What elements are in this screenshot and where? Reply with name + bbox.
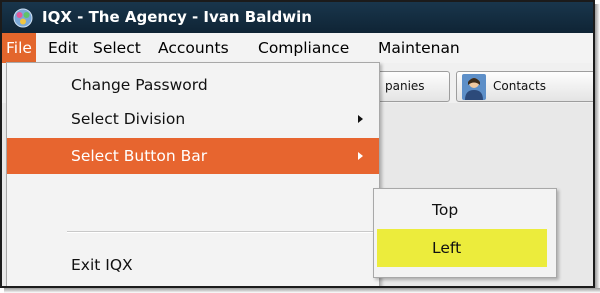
contact-person-icon bbox=[462, 74, 486, 100]
submenu-item-top[interactable]: Top bbox=[374, 191, 556, 229]
menu-item-select-division[interactable]: Select Division bbox=[7, 102, 379, 136]
application-window: IQX - The Agency - Ivan Baldwin File Edi… bbox=[0, 0, 595, 288]
menu-item-change-password[interactable]: Change Password bbox=[7, 68, 379, 102]
file-menu-dropdown: Change Password Select Division Select B… bbox=[6, 62, 380, 286]
window-shadow-right bbox=[595, 4, 600, 293]
menu-item-label: Exit IQX bbox=[71, 256, 133, 274]
menu-compliance[interactable]: Compliance bbox=[258, 33, 349, 63]
menu-item-label: Select Button Bar bbox=[71, 147, 208, 165]
contacts-button[interactable]: Contacts bbox=[456, 71, 593, 102]
menu-item-label: Select Division bbox=[71, 110, 186, 128]
menu-item-select-button-bar[interactable]: Select Button Bar bbox=[7, 138, 379, 174]
menu-file[interactable]: File bbox=[2, 33, 36, 63]
menu-item-exit[interactable]: Exit IQX bbox=[7, 248, 379, 282]
menu-item-label: Change Password bbox=[71, 76, 208, 94]
button-bar-submenu: Top Left bbox=[373, 188, 557, 278]
menu-accounts[interactable]: Accounts bbox=[158, 33, 229, 63]
app-logo-icon bbox=[13, 8, 33, 28]
window-title: IQX - The Agency - Ivan Baldwin bbox=[42, 8, 312, 26]
title-bar: IQX - The Agency - Ivan Baldwin bbox=[2, 2, 593, 33]
menu-edit[interactable]: Edit bbox=[48, 33, 78, 63]
submenu-item-label: Top bbox=[432, 201, 459, 219]
window-shadow-bottom bbox=[4, 288, 600, 293]
menu-bar: File Edit Select Accounts Compliance Mai… bbox=[2, 33, 593, 64]
menu-separator bbox=[67, 231, 373, 233]
submenu-item-left[interactable]: Left bbox=[377, 229, 547, 267]
companies-button-label: panies bbox=[385, 79, 425, 93]
submenu-item-label: Left bbox=[432, 239, 462, 257]
submenu-arrow-icon bbox=[358, 115, 363, 123]
menu-select[interactable]: Select bbox=[93, 33, 141, 63]
contacts-button-label: Contacts bbox=[493, 79, 546, 93]
submenu-arrow-icon bbox=[358, 152, 363, 160]
menu-maintenance[interactable]: Maintenan bbox=[378, 33, 460, 63]
